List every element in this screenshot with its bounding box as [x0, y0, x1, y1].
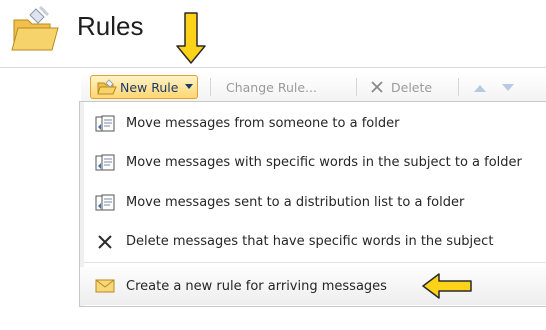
rule-template-icon — [95, 115, 115, 131]
menu-separator — [84, 262, 546, 263]
move-up-icon[interactable] — [474, 84, 486, 92]
move-down-icon[interactable] — [502, 84, 514, 92]
header-divider — [0, 67, 546, 68]
rule-template-icon — [95, 154, 115, 170]
change-rule-button[interactable]: Change Rule... — [226, 75, 317, 99]
header: Rules — [0, 0, 546, 66]
rule-template-icon — [95, 194, 115, 210]
new-rule-label: New Rule — [120, 79, 179, 95]
menu-item-label: Delete messages that have specific words… — [126, 234, 494, 249]
arrow-down-annotation — [176, 12, 206, 64]
new-rule-dropdown-menu: Move messages from someone to a folder M… — [79, 101, 546, 307]
menu-item-move-from-someone[interactable]: Move messages from someone to a folder — [80, 105, 546, 142]
menu-item-label: Move messages sent to a distribution lis… — [126, 195, 465, 210]
menu-item-label: Create a new rule for arriving messages — [126, 278, 387, 294]
menu-item-create-new-rule[interactable]: Create a new rule for arriving messages — [80, 267, 546, 305]
menu-item-label: Move messages from someone to a folder — [126, 116, 400, 131]
toolbar-separator — [458, 78, 459, 96]
delete-button[interactable]: Delete — [370, 75, 432, 99]
menu-item-delete-specific-words[interactable]: Delete messages that have specific words… — [80, 223, 546, 260]
arrow-left-annotation — [422, 273, 472, 299]
new-rule-icon — [97, 79, 117, 95]
new-rule-button[interactable]: New Rule — [90, 75, 198, 99]
menu-item-move-specific-words[interactable]: Move messages with specific words in the… — [80, 144, 546, 181]
delete-x-icon — [98, 234, 112, 249]
page-title: Rules — [77, 11, 144, 41]
folder-icon — [11, 6, 59, 51]
menu-item-move-distribution-list[interactable]: Move messages sent to a distribution lis… — [80, 184, 546, 221]
toolbar-separator — [210, 78, 211, 96]
delete-x-icon — [371, 81, 383, 93]
menu-item-label: Move messages with specific words in the… — [126, 155, 522, 170]
toolbar-separator — [356, 78, 357, 96]
envelope-icon — [95, 279, 115, 293]
delete-label: Delete — [391, 79, 433, 95]
toolbar: New Rule Change Rule... Delete — [81, 72, 546, 103]
caret-down-icon[interactable] — [185, 84, 194, 90]
